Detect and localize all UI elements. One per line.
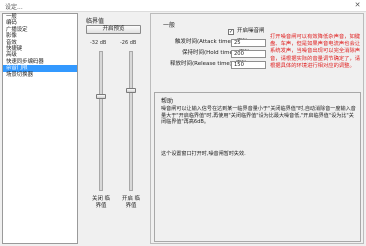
help-text-note: 这个设置窗口打开时,噪音闸暂时失效. — [161, 151, 246, 157]
enable-noise-gate-checkbox[interactable]: ✓ — [228, 29, 234, 35]
enable-preview-button[interactable]: 开启预览 — [86, 25, 141, 34]
title-bar: 设定... ✕ — [0, 0, 366, 12]
open-threshold-label: 开启 临界值 — [122, 196, 140, 209]
help-text: 噪音闸可以让输入信号在达到某一临界音量小于"关闭临界值"时,自动消除音一度输入音… — [161, 106, 356, 126]
general-title: 一般 — [163, 22, 176, 29]
close-icon[interactable]: ✕ — [352, 1, 363, 10]
close-threshold-thumb[interactable] — [96, 94, 106, 99]
open-threshold-thumb[interactable] — [126, 88, 136, 93]
hold-time-input[interactable]: 200 — [231, 50, 266, 58]
help-title: 帮助 — [161, 98, 174, 105]
sidebar-item[interactable]: 场景切换器 — [3, 72, 77, 78]
open-threshold-db: -26 dB — [120, 40, 137, 46]
close-threshold-slider[interactable] — [96, 51, 106, 191]
noise-gate-note: 打开噪音闸可以有效降低杂声音，如键盘、车声，但是如果声音电流声也会让系统发声，当… — [270, 34, 361, 69]
enable-noise-gate-label: 开启噪音闸 — [237, 28, 265, 34]
threshold-panel: 临界值 开启预览 -32 dB -26 dB 关闭 临界值 开启 临界值 — [82, 13, 144, 244]
window-title: 设定... — [5, 4, 23, 11]
attack-time-input[interactable]: 25 — [231, 39, 266, 47]
help-box: 帮助 噪音闸可以让输入信号在达到某一临界音量小于"关闭临界值"时,自动消除音一度… — [154, 92, 361, 242]
open-threshold-slider[interactable] — [126, 51, 136, 191]
settings-category-list: 一般 编码 广播设定 影像 音效 快捷键 高级 快速同步编码器 杂音门限 场景切换器 — [2, 13, 78, 244]
general-panel: 一般 ✓ 开启噪音闸 触发时间(Attack time) (毫秒) : 25 保… — [150, 13, 364, 244]
close-threshold-db: -32 dB — [90, 40, 107, 46]
close-threshold-label: 关闭 临界值 — [92, 196, 110, 209]
release-time-input[interactable]: 150 — [231, 61, 266, 69]
threshold-title: 临界值 — [86, 18, 105, 25]
